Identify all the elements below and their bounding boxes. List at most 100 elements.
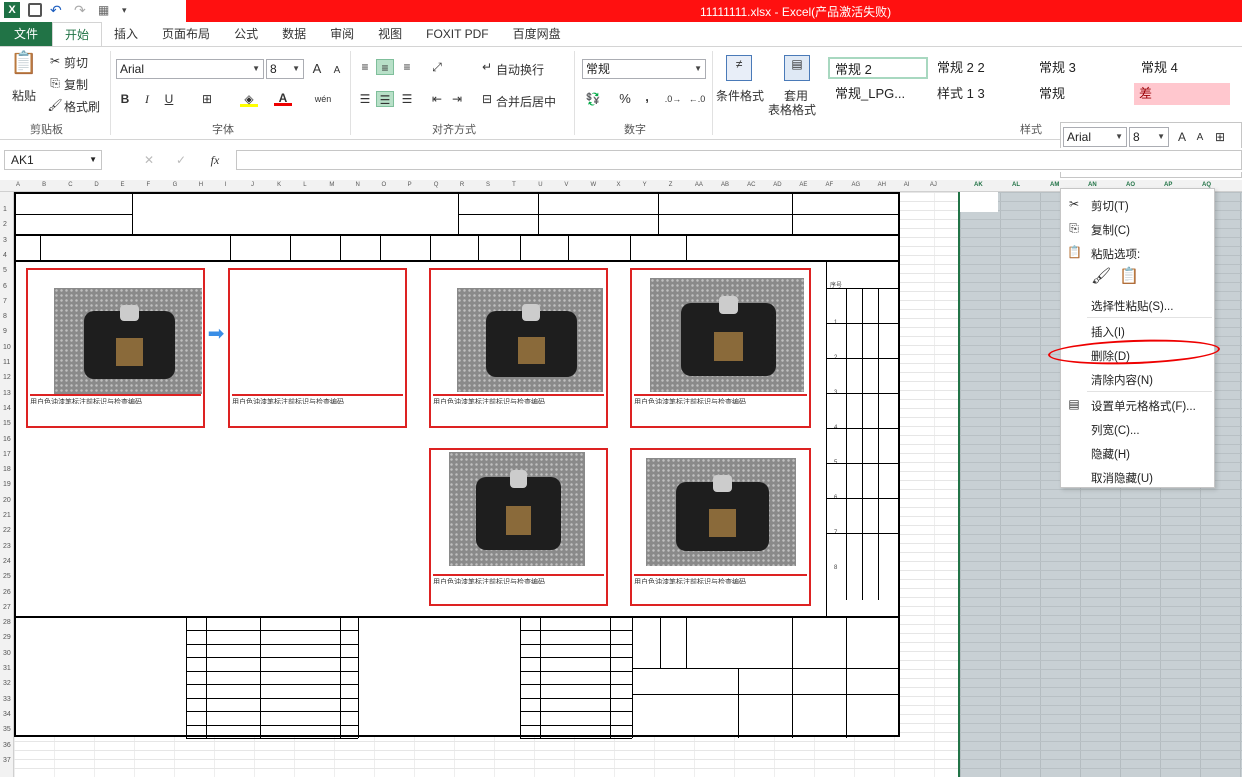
column-header[interactable]: S (486, 182, 490, 188)
mini-font-combo[interactable]: Arial ▼ (1063, 127, 1127, 147)
menu-item-column-width[interactable]: 列宽(C)... (1091, 422, 1140, 438)
column-header[interactable]: O (382, 182, 387, 188)
align-center-icon[interactable]: ☰ (376, 91, 394, 107)
row-header[interactable]: 15 (3, 420, 11, 427)
column-header[interactable]: AE (799, 182, 807, 188)
merge-center-button[interactable]: 合并后居中 (496, 93, 556, 110)
row-header[interactable]: 36 (3, 742, 11, 749)
comma-button[interactable]: , (638, 89, 656, 105)
tab-formulas[interactable]: 公式 (222, 22, 270, 46)
shrink-font-icon[interactable]: A (328, 63, 346, 79)
column-header-selected[interactable]: AL (1012, 182, 1020, 188)
format-painter-button[interactable]: 格式刷 (64, 98, 100, 115)
column-header[interactable]: B (42, 182, 46, 188)
tab-review[interactable]: 审阅 (318, 22, 366, 46)
column-header[interactable]: M (329, 182, 334, 188)
grow-font-icon[interactable]: A (308, 61, 326, 77)
table-format-icon[interactable]: ▤ (784, 55, 810, 81)
style-normal-lpg[interactable]: 常规_LPG... (830, 83, 930, 105)
name-box[interactable]: AK1 ▼ (4, 150, 102, 170)
currency-icon[interactable]: 💱 (584, 91, 602, 107)
column-header[interactable]: AD (773, 182, 781, 188)
row-header[interactable]: 25 (3, 573, 11, 580)
column-header-selected[interactable]: AM (1050, 182, 1059, 188)
font-name-combo[interactable]: Arial ▼ (116, 59, 264, 79)
insert-function-icon[interactable]: fx (206, 152, 224, 168)
underline-button[interactable]: U (160, 91, 178, 107)
paste-option-values-icon[interactable]: 📋 (1119, 269, 1139, 289)
column-header[interactable]: AC (747, 182, 755, 188)
align-left-icon[interactable]: ☰ (356, 91, 374, 107)
style-normal[interactable]: 常规 (1034, 83, 1134, 105)
row-header[interactable]: 27 (3, 604, 11, 611)
increase-decimal-icon[interactable]: .0→ (664, 91, 682, 107)
column-header[interactable]: N (355, 182, 359, 188)
tab-baidu-netdisk[interactable]: 百度网盘 (501, 22, 573, 46)
increase-indent-icon[interactable]: ⇥ (448, 91, 466, 107)
style-bad[interactable]: 差 (1134, 83, 1230, 105)
row-header[interactable]: 5 (3, 267, 7, 274)
row-header[interactable]: 18 (3, 466, 11, 473)
column-header[interactable]: T (512, 182, 516, 188)
paste-button[interactable]: 粘贴 (12, 87, 36, 104)
row-header[interactable]: 37 (3, 757, 11, 764)
photo-box-3[interactable]: 用白色油漆笔标注前标识与检查编码 (429, 268, 608, 428)
row-header[interactable]: 8 (3, 313, 7, 320)
row-header[interactable]: 20 (3, 497, 11, 504)
conditional-format-icon[interactable]: ≠ (726, 55, 752, 81)
menu-item-clear-contents[interactable]: 清除内容(N) (1091, 372, 1153, 388)
row-header[interactable]: 9 (3, 328, 7, 335)
row-header[interactable]: 3 (3, 237, 7, 244)
column-header[interactable]: AI (904, 182, 910, 188)
mini-format-icon[interactable]: ⊞ (1211, 129, 1229, 145)
tab-data[interactable]: 数据 (270, 22, 318, 46)
cancel-icon[interactable]: ✕ (140, 152, 158, 168)
photo-box-2[interactable]: 用白色油漆笔标注前标识与检查编码 (228, 268, 407, 428)
style-style-1-3[interactable]: 样式 1 3 (932, 83, 1032, 105)
menu-item-paste-special[interactable]: 选择性粘贴(S)... (1091, 298, 1173, 314)
row-header[interactable]: 26 (3, 589, 11, 596)
row-header[interactable]: 12 (3, 374, 11, 381)
row-header[interactable]: 1 (3, 206, 7, 213)
customize-qat-icon[interactable]: ▾ (122, 2, 138, 18)
row-header[interactable]: 2 (3, 221, 7, 228)
column-header[interactable]: Q (434, 182, 439, 188)
menu-item-hide[interactable]: 隐藏(H) (1091, 446, 1130, 462)
style-normal-3[interactable]: 常规 3 (1034, 57, 1134, 79)
row-header[interactable]: 6 (3, 283, 7, 290)
tab-home[interactable]: 开始 (52, 22, 103, 46)
format-painter-icon[interactable]: 🖌 (46, 97, 64, 113)
phonetic-button[interactable]: wén (312, 91, 334, 107)
column-header[interactable]: D (94, 182, 98, 188)
formula-input[interactable] (236, 150, 1242, 170)
align-middle-icon[interactable]: ≡ (376, 59, 394, 75)
tab-page-layout[interactable]: 页面布局 (150, 22, 222, 46)
column-header[interactable]: A (16, 182, 20, 188)
row-header[interactable]: 28 (3, 619, 11, 626)
row-header[interactable]: 19 (3, 481, 11, 488)
column-header[interactable]: AH (878, 182, 886, 188)
row-header[interactable]: 21 (3, 512, 11, 519)
row-header[interactable]: 13 (3, 390, 11, 397)
wrap-text-icon[interactable]: ↵ (478, 59, 496, 75)
row-header[interactable]: 33 (3, 696, 11, 703)
copy-button[interactable]: 复制 (64, 76, 88, 93)
mini-shrink-font-icon[interactable]: A (1191, 130, 1209, 146)
decrease-indent-icon[interactable]: ⇤ (428, 91, 446, 107)
form-icon[interactable]: ▦ (98, 2, 114, 18)
column-header[interactable]: AJ (930, 182, 937, 188)
menu-item-unhide[interactable]: 取消隐藏(U) (1091, 470, 1153, 486)
photo-box-4[interactable]: 用白色油漆笔标注前标识与检查编码 (630, 268, 811, 428)
column-header[interactable]: AF (825, 182, 833, 188)
column-header[interactable]: G (173, 182, 178, 188)
percent-button[interactable]: % (616, 91, 634, 107)
tab-file[interactable]: 文件 (0, 22, 53, 46)
column-header[interactable]: X (617, 182, 621, 188)
table-format-button-line2[interactable]: 表格格式 (768, 101, 816, 118)
row-header[interactable]: 23 (3, 543, 11, 550)
paste-icon[interactable]: 📋 (10, 52, 38, 83)
copy-icon[interactable]: ⎘ (46, 75, 64, 91)
column-header[interactable]: J (251, 182, 254, 188)
cut-button[interactable]: 剪切 (64, 54, 88, 71)
column-header[interactable]: H (199, 182, 203, 188)
